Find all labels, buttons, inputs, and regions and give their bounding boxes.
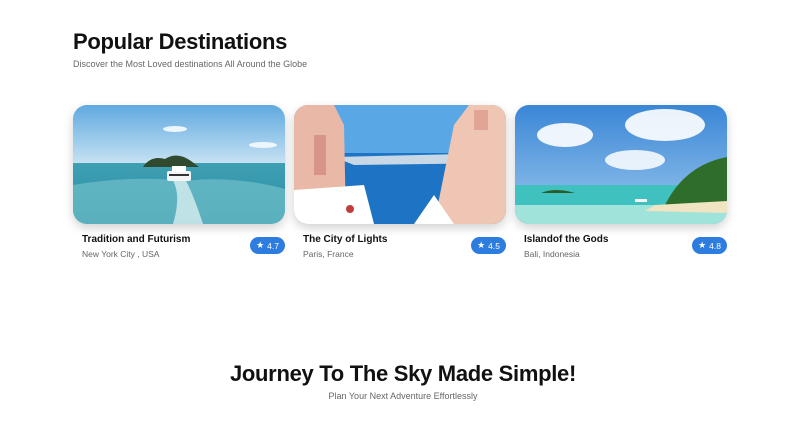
- star-icon: ★: [477, 240, 486, 250]
- destination-image: [294, 105, 506, 224]
- star-icon: ★: [698, 240, 707, 250]
- rating-badge: ★ 4.8: [692, 237, 727, 254]
- journey-subtitle: Plan Your Next Adventure Effortlessly: [328, 391, 478, 401]
- destination-card[interactable]: The City of Lights Paris, France ★ 4.5: [294, 105, 506, 265]
- rating-value: 4.7: [267, 240, 279, 251]
- destination-image: [515, 105, 727, 224]
- destination-image: [73, 105, 285, 224]
- page-subtitle: Discover the Most Loved destinations All…: [73, 59, 308, 69]
- destination-title: Islandof the Gods: [524, 234, 609, 245]
- destination-card[interactable]: Islandof the Gods Bali, Indonesia ★ 4.8: [515, 105, 727, 265]
- rating-badge: ★ 4.7: [250, 237, 285, 254]
- destination-location: Paris, France: [303, 249, 354, 259]
- journey-title: Journey To The Sky Made Simple!: [229, 361, 577, 386]
- rating-value: 4.5: [488, 240, 500, 251]
- destination-card[interactable]: Tradition and Futurism New York City , U…: [73, 105, 285, 265]
- destination-title: Tradition and Futurism: [82, 234, 191, 245]
- destination-cards: Tradition and Futurism New York City , U…: [73, 105, 727, 265]
- star-icon: ★: [256, 240, 265, 250]
- destination-title: The City of Lights: [303, 234, 388, 245]
- page-title: Popular Destinations: [73, 29, 288, 54]
- rating-value: 4.8: [709, 240, 721, 251]
- destination-location: New York City , USA: [82, 249, 160, 259]
- destination-location: Bali, Indonesia: [524, 249, 580, 259]
- rating-badge: ★ 4.5: [471, 237, 506, 254]
